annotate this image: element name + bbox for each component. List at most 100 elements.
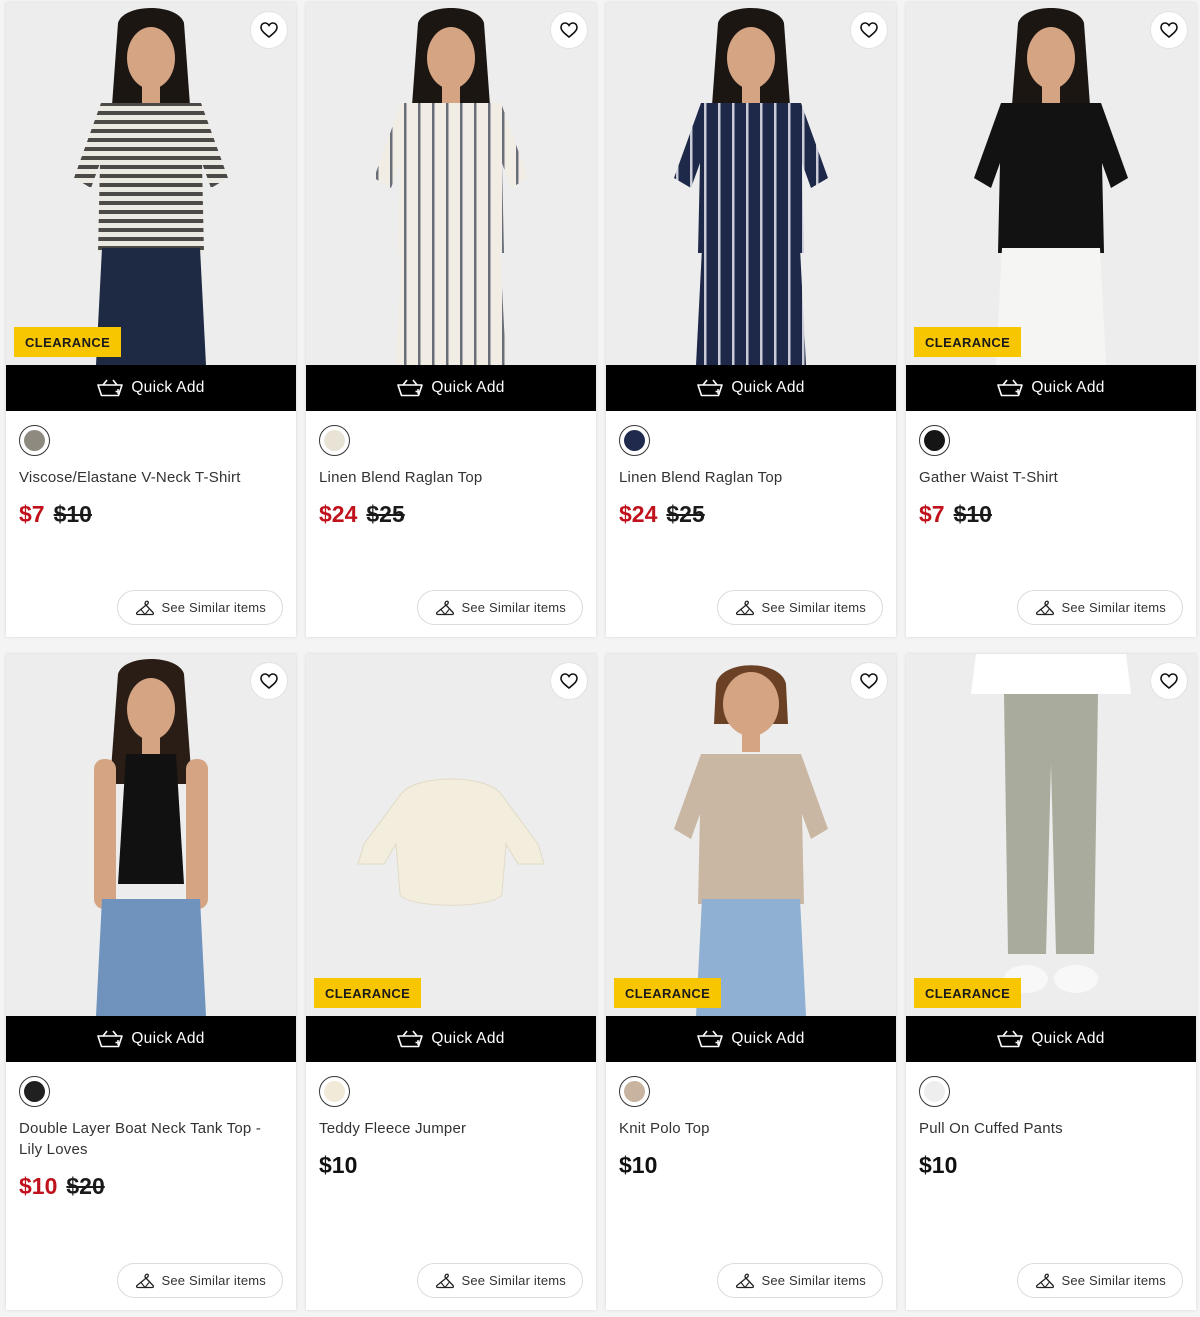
current-price: $7	[19, 501, 45, 527]
see-similar-button[interactable]: See Similar items	[1017, 1263, 1183, 1298]
color-swatch[interactable]	[919, 425, 950, 456]
see-similar-button[interactable]: See Similar items	[1017, 590, 1183, 625]
clearance-badge: CLEARANCE	[914, 327, 1022, 357]
color-swatch[interactable]	[19, 1076, 50, 1107]
quick-add-button[interactable]: Quick Add	[306, 1016, 596, 1062]
face-shape	[427, 27, 475, 89]
quick-add-button[interactable]: Quick Add	[6, 365, 296, 411]
current-price: $7	[919, 501, 945, 527]
basket-icon	[997, 1030, 1024, 1048]
product-photo	[606, 3, 896, 365]
quick-add-label: Quick Add	[1031, 1030, 1105, 1047]
face-shape	[723, 672, 779, 736]
product-image[interactable]	[306, 3, 596, 365]
product-card-4[interactable]: CLEARANCE Quick Add Gather Waist T-Shirt…	[906, 3, 1196, 637]
heart-icon	[560, 22, 578, 38]
product-name[interactable]: Linen Blend Raglan Top	[619, 467, 884, 488]
product-details: Linen Blend Raglan Top $24 $25 See Simil…	[606, 411, 896, 637]
bottom-shape	[396, 248, 506, 365]
hanger-icon	[736, 1273, 755, 1288]
heart-icon	[560, 673, 578, 689]
product-name[interactable]: Knit Polo Top	[619, 1118, 884, 1139]
current-price: $10	[19, 1173, 58, 1199]
see-similar-button[interactable]: See Similar items	[717, 590, 883, 625]
product-name[interactable]: Viscose/Elastane V-Neck T-Shirt	[19, 467, 284, 488]
product-name[interactable]: Gather Waist T-Shirt	[919, 467, 1184, 488]
basket-icon	[397, 1030, 424, 1048]
quick-add-button[interactable]: Quick Add	[6, 1016, 296, 1062]
color-swatch[interactable]	[319, 425, 350, 456]
see-similar-button[interactable]: See Similar items	[417, 1263, 583, 1298]
product-name[interactable]: Double Layer Boat Neck Tank Top - Lily L…	[19, 1118, 284, 1160]
product-details: Gather Waist T-Shirt $7 $10 See Similar …	[906, 411, 1196, 637]
see-similar-button[interactable]: See Similar items	[117, 1263, 283, 1298]
color-swatch[interactable]	[619, 1076, 650, 1107]
wishlist-button[interactable]	[850, 662, 888, 700]
face-shape	[127, 27, 175, 89]
product-name[interactable]: Linen Blend Raglan Top	[319, 467, 584, 488]
see-similar-button[interactable]: See Similar items	[417, 590, 583, 625]
see-similar-button[interactable]: See Similar items	[717, 1263, 883, 1298]
product-photo	[306, 3, 596, 365]
arm-shape	[94, 759, 116, 909]
quick-add-button[interactable]: Quick Add	[906, 1016, 1196, 1062]
color-swatch-fill	[324, 1081, 345, 1102]
product-details: Viscose/Elastane V-Neck T-Shirt $7 $10 S…	[6, 411, 296, 637]
product-photo	[6, 654, 296, 1016]
hanger-icon	[1036, 1273, 1055, 1288]
color-swatch[interactable]	[619, 425, 650, 456]
product-image[interactable]: CLEARANCE	[6, 3, 296, 365]
see-similar-label: See Similar items	[161, 600, 266, 615]
product-details: Linen Blend Raglan Top $24 $25 See Simil…	[306, 411, 596, 637]
product-details: Teddy Fleece Jumper $10 See Similar item…	[306, 1062, 596, 1310]
product-image[interactable]: CLEARANCE	[906, 654, 1196, 1016]
color-swatch[interactable]	[319, 1076, 350, 1107]
quick-add-button[interactable]: Quick Add	[606, 365, 896, 411]
heart-icon	[860, 22, 878, 38]
color-swatch[interactable]	[919, 1076, 950, 1107]
wishlist-button[interactable]	[250, 662, 288, 700]
see-similar-label: See Similar items	[1061, 1273, 1166, 1288]
top-shape	[971, 654, 1131, 694]
basket-icon	[697, 379, 724, 397]
clearance-badge: CLEARANCE	[314, 978, 422, 1008]
wishlist-button[interactable]	[550, 662, 588, 700]
wishlist-button[interactable]	[850, 11, 888, 49]
heart-icon	[260, 673, 278, 689]
wishlist-button[interactable]	[550, 11, 588, 49]
quick-add-button[interactable]: Quick Add	[606, 1016, 896, 1062]
see-similar-label: See Similar items	[1061, 600, 1166, 615]
color-swatch[interactable]	[19, 425, 50, 456]
quick-add-label: Quick Add	[1031, 379, 1105, 396]
wishlist-button[interactable]	[250, 11, 288, 49]
product-image[interactable]	[6, 654, 296, 1016]
product-image[interactable]: CLEARANCE	[606, 654, 896, 1016]
product-name[interactable]: Teddy Fleece Jumper	[319, 1118, 584, 1139]
product-card-5[interactable]: Quick Add Double Layer Boat Neck Tank To…	[6, 654, 296, 1310]
product-photo	[306, 654, 596, 1016]
basket-icon	[397, 379, 424, 397]
product-card-1[interactable]: CLEARANCE Quick Add Viscose/Elastane V-N…	[6, 3, 296, 637]
clearance-badge: CLEARANCE	[14, 327, 122, 357]
face-shape	[727, 27, 775, 89]
product-image[interactable]: CLEARANCE	[306, 654, 596, 1016]
product-name[interactable]: Pull On Cuffed Pants	[919, 1118, 1184, 1139]
wishlist-button[interactable]	[1150, 11, 1188, 49]
product-card-2[interactable]: Quick Add Linen Blend Raglan Top $24 $25…	[306, 3, 596, 637]
product-card-6[interactable]: CLEARANCE Quick Add Teddy Fleece Jumper …	[306, 654, 596, 1310]
hanger-icon	[1036, 600, 1055, 615]
product-card-7[interactable]: CLEARANCE Quick Add Knit Polo Top $10 Se…	[606, 654, 896, 1310]
product-price: $7 $10	[919, 501, 1184, 528]
product-image[interactable]	[606, 3, 896, 365]
product-price: $24 $25	[619, 501, 884, 528]
quick-add-label: Quick Add	[131, 379, 205, 396]
quick-add-button[interactable]: Quick Add	[906, 365, 1196, 411]
wishlist-button[interactable]	[1150, 662, 1188, 700]
product-card-3[interactable]: Quick Add Linen Blend Raglan Top $24 $25…	[606, 3, 896, 637]
basket-icon	[997, 379, 1024, 397]
product-card-8[interactable]: CLEARANCE Quick Add Pull On Cuffed Pants…	[906, 654, 1196, 1310]
product-image[interactable]: CLEARANCE	[906, 3, 1196, 365]
see-similar-button[interactable]: See Similar items	[117, 590, 283, 625]
current-price: $10	[619, 1152, 658, 1178]
quick-add-button[interactable]: Quick Add	[306, 365, 596, 411]
